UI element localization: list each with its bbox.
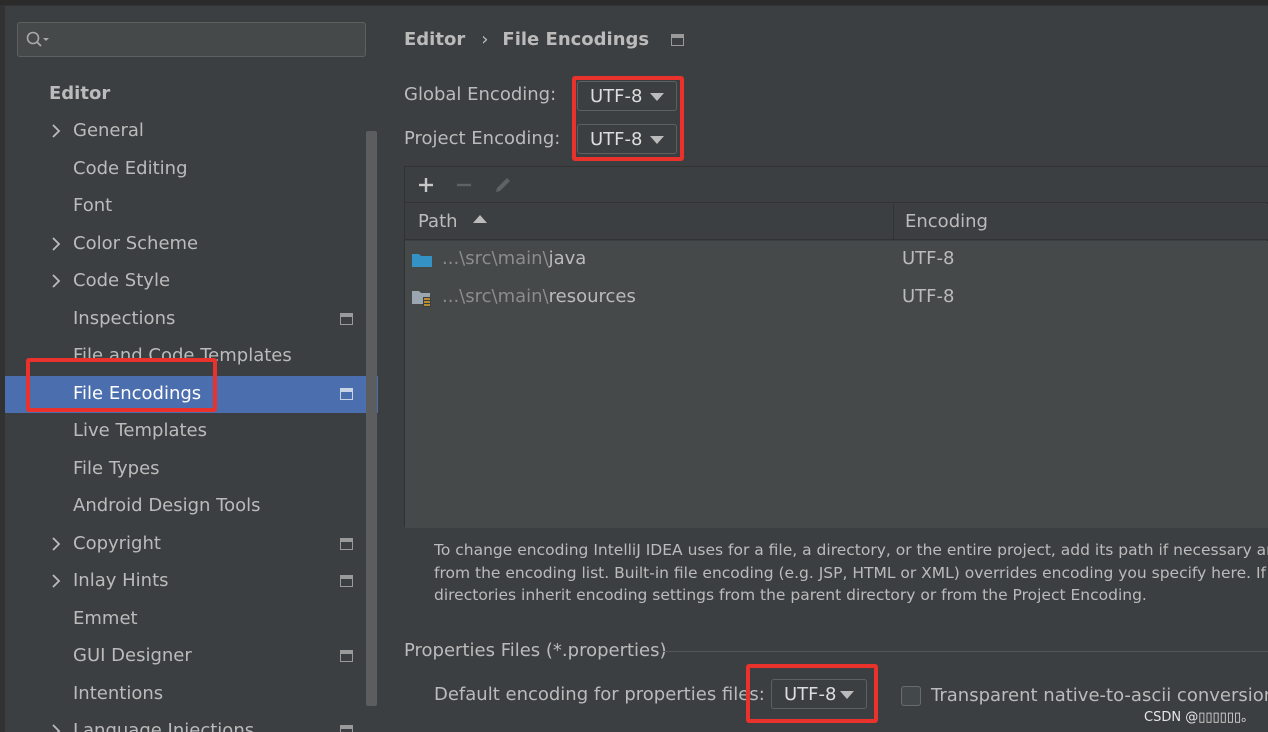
sidebar-scrollbar[interactable] [366, 131, 377, 706]
sidebar-item-emmet[interactable]: Emmet [5, 601, 378, 639]
remove-icon[interactable] [454, 175, 474, 195]
search-input[interactable] [52, 27, 357, 52]
table-header: Path Encoding [405, 204, 1268, 240]
column-divider[interactable] [893, 204, 894, 240]
settings-tree: General Code Editing Font Color Scheme Code … [5, 113, 378, 732]
sidebar-item-color-scheme[interactable]: Color Scheme [5, 226, 378, 264]
sidebar-item-label: GUI Designer [73, 645, 192, 666]
sidebar-item-gui-designer[interactable]: GUI Designer [5, 638, 378, 676]
chevron-right-icon[interactable] [50, 536, 62, 552]
path-name: resources [548, 286, 636, 307]
sidebar-item-label: Language Injections [73, 720, 255, 732]
watermark: CSDN @▯▯▯▯▯▯。 [1144, 710, 1255, 725]
help-line: from the encoding list. Built-in file en… [434, 563, 1268, 582]
help-text: To change encoding IntelliJ IDEA uses fo… [434, 539, 1268, 607]
project-scope-icon [340, 312, 353, 325]
properties-encoding-label: Default encoding for properties files: [434, 684, 765, 705]
highlight-file-encodings-item [26, 358, 217, 412]
properties-section-title: Properties Files (*.properties) [404, 640, 667, 661]
column-path[interactable]: Path [418, 211, 488, 232]
resources-folder-icon [412, 291, 431, 307]
sidebar-item-label: Intentions [73, 682, 164, 704]
project-encoding-label: Project Encoding: [404, 128, 561, 149]
table-toolbar [405, 167, 1268, 203]
path-prefix: ...\src\main\ [442, 286, 549, 307]
chevron-right-icon[interactable] [50, 123, 62, 139]
settings-search[interactable] [17, 22, 366, 57]
section-divider [663, 651, 1268, 652]
row-path: ...\src\main\java [442, 248, 586, 269]
column-path-label: Path [418, 211, 458, 232]
project-scope-icon [340, 537, 353, 550]
chevron-right-icon[interactable] [50, 723, 62, 732]
project-scope-icon [671, 33, 685, 46]
project-scope-icon [340, 387, 353, 400]
sidebar-item-label: Inlay Hints [73, 570, 169, 591]
project-scope-icon [340, 650, 353, 662]
breadcrumb: Editor › File Encodings [404, 29, 685, 50]
path-name: java [548, 248, 587, 269]
sidebar-item-label: File Types [73, 457, 160, 479]
sidebar-item-file-types[interactable]: File Types [5, 451, 378, 489]
sidebar-item-live-templates[interactable]: Live Templates [5, 413, 378, 451]
chevron-right-icon[interactable] [50, 573, 62, 589]
sidebar-item-android-design-tools[interactable]: Android Design Tools [5, 488, 378, 526]
sidebar-item-label: Emmet [73, 607, 138, 629]
table-row[interactable]: ...\src\main\java UTF-8 [405, 241, 1268, 279]
sidebar-item-label: Code Editing [73, 157, 188, 179]
table-row[interactable]: ...\src\main\resources UTF-8 [405, 279, 1268, 317]
sidebar-item-code-editing[interactable]: Code Editing [5, 151, 378, 189]
tree-heading-editor[interactable]: Editor [49, 83, 110, 104]
sidebar-item-intentions[interactable]: Intentions [5, 676, 378, 714]
sidebar-item-label: General [73, 120, 144, 141]
sidebar-item-code-style[interactable]: Code Style [5, 263, 378, 301]
add-icon[interactable] [416, 175, 436, 195]
sidebar-item-label: Font [73, 195, 113, 216]
path-encoding-table: Path Encoding ...\src\main\java UTF-8 ..… [404, 166, 1268, 528]
sidebar-item-label: Live Templates [73, 420, 207, 441]
sidebar-item-label: Android Design Tools [73, 495, 261, 516]
sidebar-item-label: Inspections [73, 307, 176, 329]
row-encoding[interactable]: UTF-8 [902, 286, 954, 307]
sidebar-item-general[interactable]: General [5, 113, 378, 151]
table-body: ...\src\main\java UTF-8 ...\src\main\res… [405, 241, 1268, 528]
column-encoding[interactable]: Encoding [905, 211, 988, 232]
project-scope-icon [340, 725, 353, 732]
edit-pencil-icon[interactable] [493, 175, 513, 195]
sidebar-item-font[interactable]: Font [5, 188, 378, 226]
row-path: ...\src\main\resources [442, 286, 636, 307]
breadcrumb-parent[interactable]: Editor [404, 29, 465, 50]
sidebar-item-inlay-hints[interactable]: Inlay Hints [5, 563, 378, 601]
transparent-native-to-ascii-label[interactable]: Transparent native-to-ascii conversion [931, 685, 1268, 706]
help-line: To change encoding IntelliJ IDEA uses fo… [434, 541, 1268, 559]
sidebar-item-label: Code Style [73, 270, 171, 291]
help-line: directories inherit encoding settings fr… [434, 586, 1147, 604]
sidebar-edge [0, 6, 5, 732]
sort-ascending-icon [473, 215, 488, 223]
folder-icon [412, 254, 432, 267]
highlight-properties-encoding [746, 664, 878, 723]
sidebar-item-inspections[interactable]: Inspections [5, 301, 378, 339]
search-icon [26, 31, 49, 47]
global-encoding-label: Global Encoding: [404, 84, 557, 105]
transparent-native-to-ascii-checkbox[interactable] [901, 686, 921, 706]
project-scope-icon [340, 575, 353, 587]
path-prefix: ...\src\main\ [442, 248, 549, 269]
row-encoding[interactable]: UTF-8 [902, 248, 954, 269]
sidebar-item-copyright[interactable]: Copyright [5, 526, 378, 564]
sidebar-item-label: Color Scheme [73, 232, 199, 254]
highlight-project-encodings [572, 76, 684, 161]
breadcrumb-separator: › [481, 29, 489, 50]
chevron-right-icon[interactable] [50, 273, 62, 289]
sidebar-item-language-injections[interactable]: Language Injections [5, 713, 378, 732]
chevron-right-icon[interactable] [50, 236, 62, 252]
sidebar-item-label: Copyright [73, 532, 161, 554]
file-encodings-panel: Editor › File Encodings Global Encoding:… [378, 6, 1268, 732]
breadcrumb-current: File Encodings [502, 29, 650, 50]
